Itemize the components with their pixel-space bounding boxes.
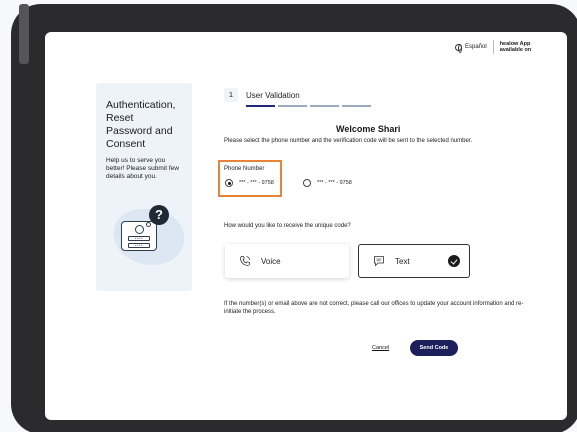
send-code-button[interactable]: Send Code: [410, 340, 458, 356]
progress-segment-3: [310, 105, 339, 107]
password-card-icon: **** ****: [121, 221, 157, 251]
step-header: 1 User Validation: [224, 88, 524, 102]
receive-question: How would you like to receive the unique…: [224, 223, 351, 229]
lock-icon: [135, 225, 144, 234]
question-icon: ?: [149, 205, 169, 225]
globe-icon: [455, 43, 462, 53]
phone-option-2[interactable]: *** - *** - 9758: [303, 179, 352, 187]
step-number: 1: [224, 88, 238, 102]
step-label: User Validation: [246, 90, 300, 100]
text-label: Text: [395, 256, 410, 266]
panel-title: Authentication, Reset Password and Conse…: [106, 99, 176, 150]
text-option[interactable]: Text: [358, 244, 470, 278]
checkmark-icon: [448, 255, 460, 267]
bubble-tail: [146, 222, 151, 227]
security-illustration: **** **** ?: [104, 201, 184, 265]
message-icon: [373, 255, 385, 267]
step-progress: [246, 105, 524, 107]
phone-option-2-value: *** - *** - 9758: [317, 180, 352, 186]
radio-selected[interactable]: [225, 179, 233, 187]
progress-segment-4: [342, 105, 371, 107]
password-field-2: ****: [128, 243, 150, 248]
language-selector[interactable]: Español: [455, 43, 487, 53]
healow-label-line2: available on: [499, 47, 532, 53]
tablet-side-button: [19, 4, 29, 64]
phone-option-1-value: *** - *** - 9758: [239, 180, 274, 186]
top-bar: Español healow App available on: [455, 40, 531, 54]
progress-segment-2: [278, 105, 307, 107]
instruction-text: Please select the phone number and the v…: [224, 138, 473, 144]
phone-call-icon: [239, 255, 251, 267]
cancel-link[interactable]: Cancel: [372, 345, 389, 351]
phone-option-1[interactable]: *** - *** - 9758: [225, 179, 274, 187]
voice-option[interactable]: Voice: [225, 244, 349, 278]
password-field-1: ****: [128, 236, 150, 241]
panel-description: Help us to serve you better! Please subm…: [106, 157, 179, 180]
radio-unselected[interactable]: [303, 179, 311, 187]
stepper: 1 User Validation: [224, 88, 524, 107]
top-divider: [492, 40, 494, 54]
progress-segment-1: [246, 105, 275, 107]
healow-app-link[interactable]: healow App available on: [500, 41, 532, 53]
update-note: If the number(s) or email above are not …: [224, 301, 524, 315]
info-panel: Authentication, Reset Password and Conse…: [96, 83, 192, 291]
language-label: Español: [465, 44, 487, 50]
phone-number-label: Phone Number: [224, 166, 265, 172]
welcome-heading: Welcome Shari: [336, 124, 401, 134]
voice-label: Voice: [261, 256, 281, 266]
